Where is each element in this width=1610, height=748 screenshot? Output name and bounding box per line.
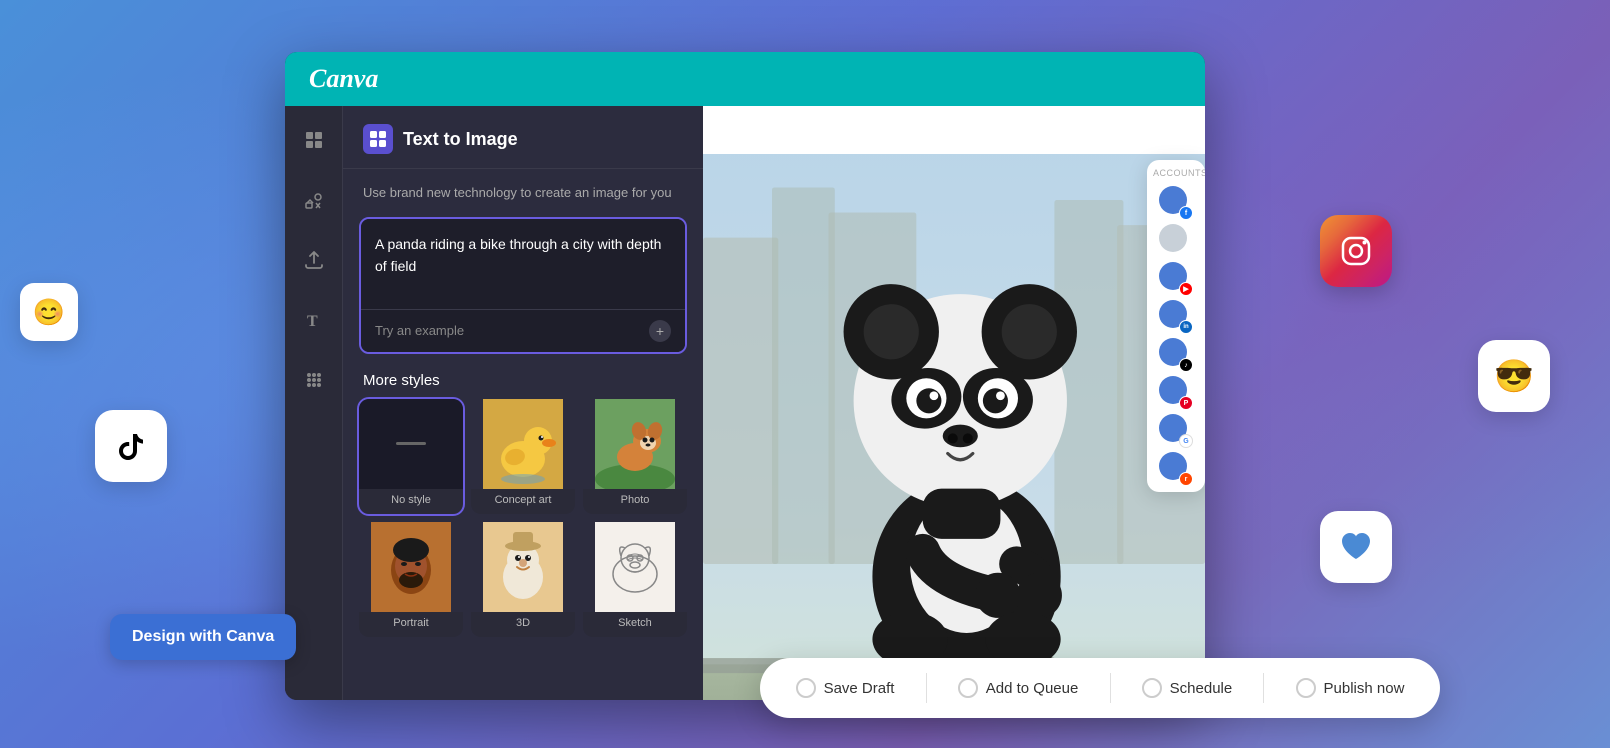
facebook-badge: f (1179, 206, 1193, 220)
publish-option-queue[interactable]: Add to Queue (958, 678, 1079, 698)
text-to-image-icon (363, 124, 393, 154)
canva-window: Canva (285, 52, 1205, 700)
styles-grid: No style (343, 399, 703, 637)
sidebar-icon-text[interactable]: T (296, 302, 332, 338)
sunglasses-float-card: 😎 (1478, 340, 1550, 412)
save-draft-label: Save Draft (824, 680, 895, 697)
editor-layout: T (285, 106, 1205, 700)
instagram-svg (1337, 232, 1375, 270)
canva-header: Canva (285, 52, 1205, 106)
publish-divider-1 (926, 673, 927, 703)
style-card-concept-art[interactable]: Concept art (471, 399, 575, 514)
sidebar-icon-upload[interactable] (296, 242, 332, 278)
style-thumb-3d (471, 522, 575, 612)
schedule-radio[interactable] (1142, 678, 1162, 698)
publish-divider-2 (1110, 673, 1111, 703)
style-dash (396, 442, 426, 445)
style-label-photo: Photo (583, 489, 687, 514)
style-thumb-concept-art (471, 399, 575, 489)
heart-icon (1338, 529, 1374, 565)
publish-now-radio[interactable] (1296, 678, 1316, 698)
prompt-inner: A panda riding a bike through a city wit… (361, 219, 685, 309)
canvas-area: ACCOUNTS f (703, 106, 1205, 700)
panda-svg (703, 154, 1205, 700)
canvas-top-bar (703, 106, 1205, 154)
style-thumb-portrait (359, 522, 463, 612)
accounts-label: ACCOUNTS (1153, 166, 1199, 182)
panda-scene (703, 154, 1205, 700)
sunglasses-emoji: 😎 (1494, 357, 1534, 395)
panel-title: Text to Image (403, 129, 518, 150)
instagram-float-icon (1320, 215, 1392, 287)
tiktok-badge: ♪ (1179, 358, 1193, 372)
more-styles-label: More styles (343, 354, 703, 399)
style-card-photo[interactable]: Photo (583, 399, 687, 514)
style-thumb-sketch (583, 522, 687, 612)
publish-option-save-draft[interactable]: Save Draft (796, 678, 895, 698)
google-badge: G (1179, 434, 1193, 448)
publish-bar: Save Draft Add to Queue Schedule Publish… (760, 658, 1440, 718)
try-example-plus-btn[interactable]: + (649, 320, 671, 342)
tiktok-float-card (95, 410, 167, 482)
heart-float-card (1320, 511, 1392, 583)
style-label-3d: 3D (471, 612, 575, 637)
canva-logo: Canva (309, 64, 378, 94)
style-label-concept-art: Concept art (471, 489, 575, 514)
accounts-panel: ACCOUNTS f (1147, 160, 1205, 492)
publish-now-label: Publish now (1324, 680, 1405, 697)
style-label-no-style: No style (359, 489, 463, 514)
panel-description: Use brand new technology to create an im… (343, 169, 703, 217)
queue-label: Add to Queue (986, 680, 1079, 697)
design-with-canva-button[interactable]: Design with Canva (110, 614, 296, 660)
try-example-row[interactable]: Try an example + (361, 309, 685, 352)
publish-option-publish-now[interactable]: Publish now (1296, 678, 1405, 698)
style-card-portrait[interactable]: Portrait (359, 522, 463, 637)
account-item-linkedin[interactable]: in (1153, 298, 1197, 334)
queue-radio[interactable] (958, 678, 978, 698)
pinterest-badge: P (1179, 396, 1193, 410)
publish-option-schedule[interactable]: Schedule (1142, 678, 1233, 698)
tiktok-icon (113, 428, 149, 464)
left-panel: Text to Image Use brand new technology t… (343, 106, 703, 700)
prompt-wrapper[interactable]: A panda riding a bike through a city wit… (359, 217, 687, 354)
sidebar-icon-shapes[interactable] (296, 182, 332, 218)
linkedin-badge: in (1179, 320, 1193, 334)
publish-divider-3 (1263, 673, 1264, 703)
style-label-sketch: Sketch (583, 612, 687, 637)
style-thumb-photo (583, 399, 687, 489)
panel-header: Text to Image (343, 106, 703, 169)
account-item-google[interactable]: G (1153, 412, 1197, 448)
account-item-facebook[interactable]: f (1153, 184, 1197, 220)
svg-text:T: T (307, 313, 318, 330)
try-example-label: Try an example (375, 323, 464, 338)
smiley-emoji: 😊 (33, 297, 65, 328)
style-label-portrait: Portrait (359, 612, 463, 637)
sidebar-icon-apps[interactable] (296, 362, 332, 398)
youtube-badge: ▶ (1179, 282, 1193, 296)
save-draft-radio[interactable] (796, 678, 816, 698)
reddit-badge: r (1179, 472, 1193, 486)
sidebar-icon-grid[interactable] (296, 122, 332, 158)
style-card-3d[interactable]: 3D (471, 522, 575, 637)
account-item-tiktok[interactable]: ♪ (1153, 336, 1197, 372)
style-card-no-style[interactable]: No style (359, 399, 463, 514)
smiley-float-card: 😊 (20, 283, 78, 341)
style-thumb-no-style (359, 399, 463, 489)
icon-sidebar: T (285, 106, 343, 700)
account-item-unselected[interactable] (1153, 222, 1197, 258)
account-item-youtube[interactable]: ▶ (1153, 260, 1197, 296)
account-item-reddit[interactable]: r (1153, 450, 1197, 486)
account-item-pinterest[interactable]: P (1153, 374, 1197, 410)
prompt-text: A panda riding a bike through a city wit… (375, 233, 671, 278)
schedule-label: Schedule (1170, 680, 1233, 697)
style-card-sketch[interactable]: Sketch (583, 522, 687, 637)
